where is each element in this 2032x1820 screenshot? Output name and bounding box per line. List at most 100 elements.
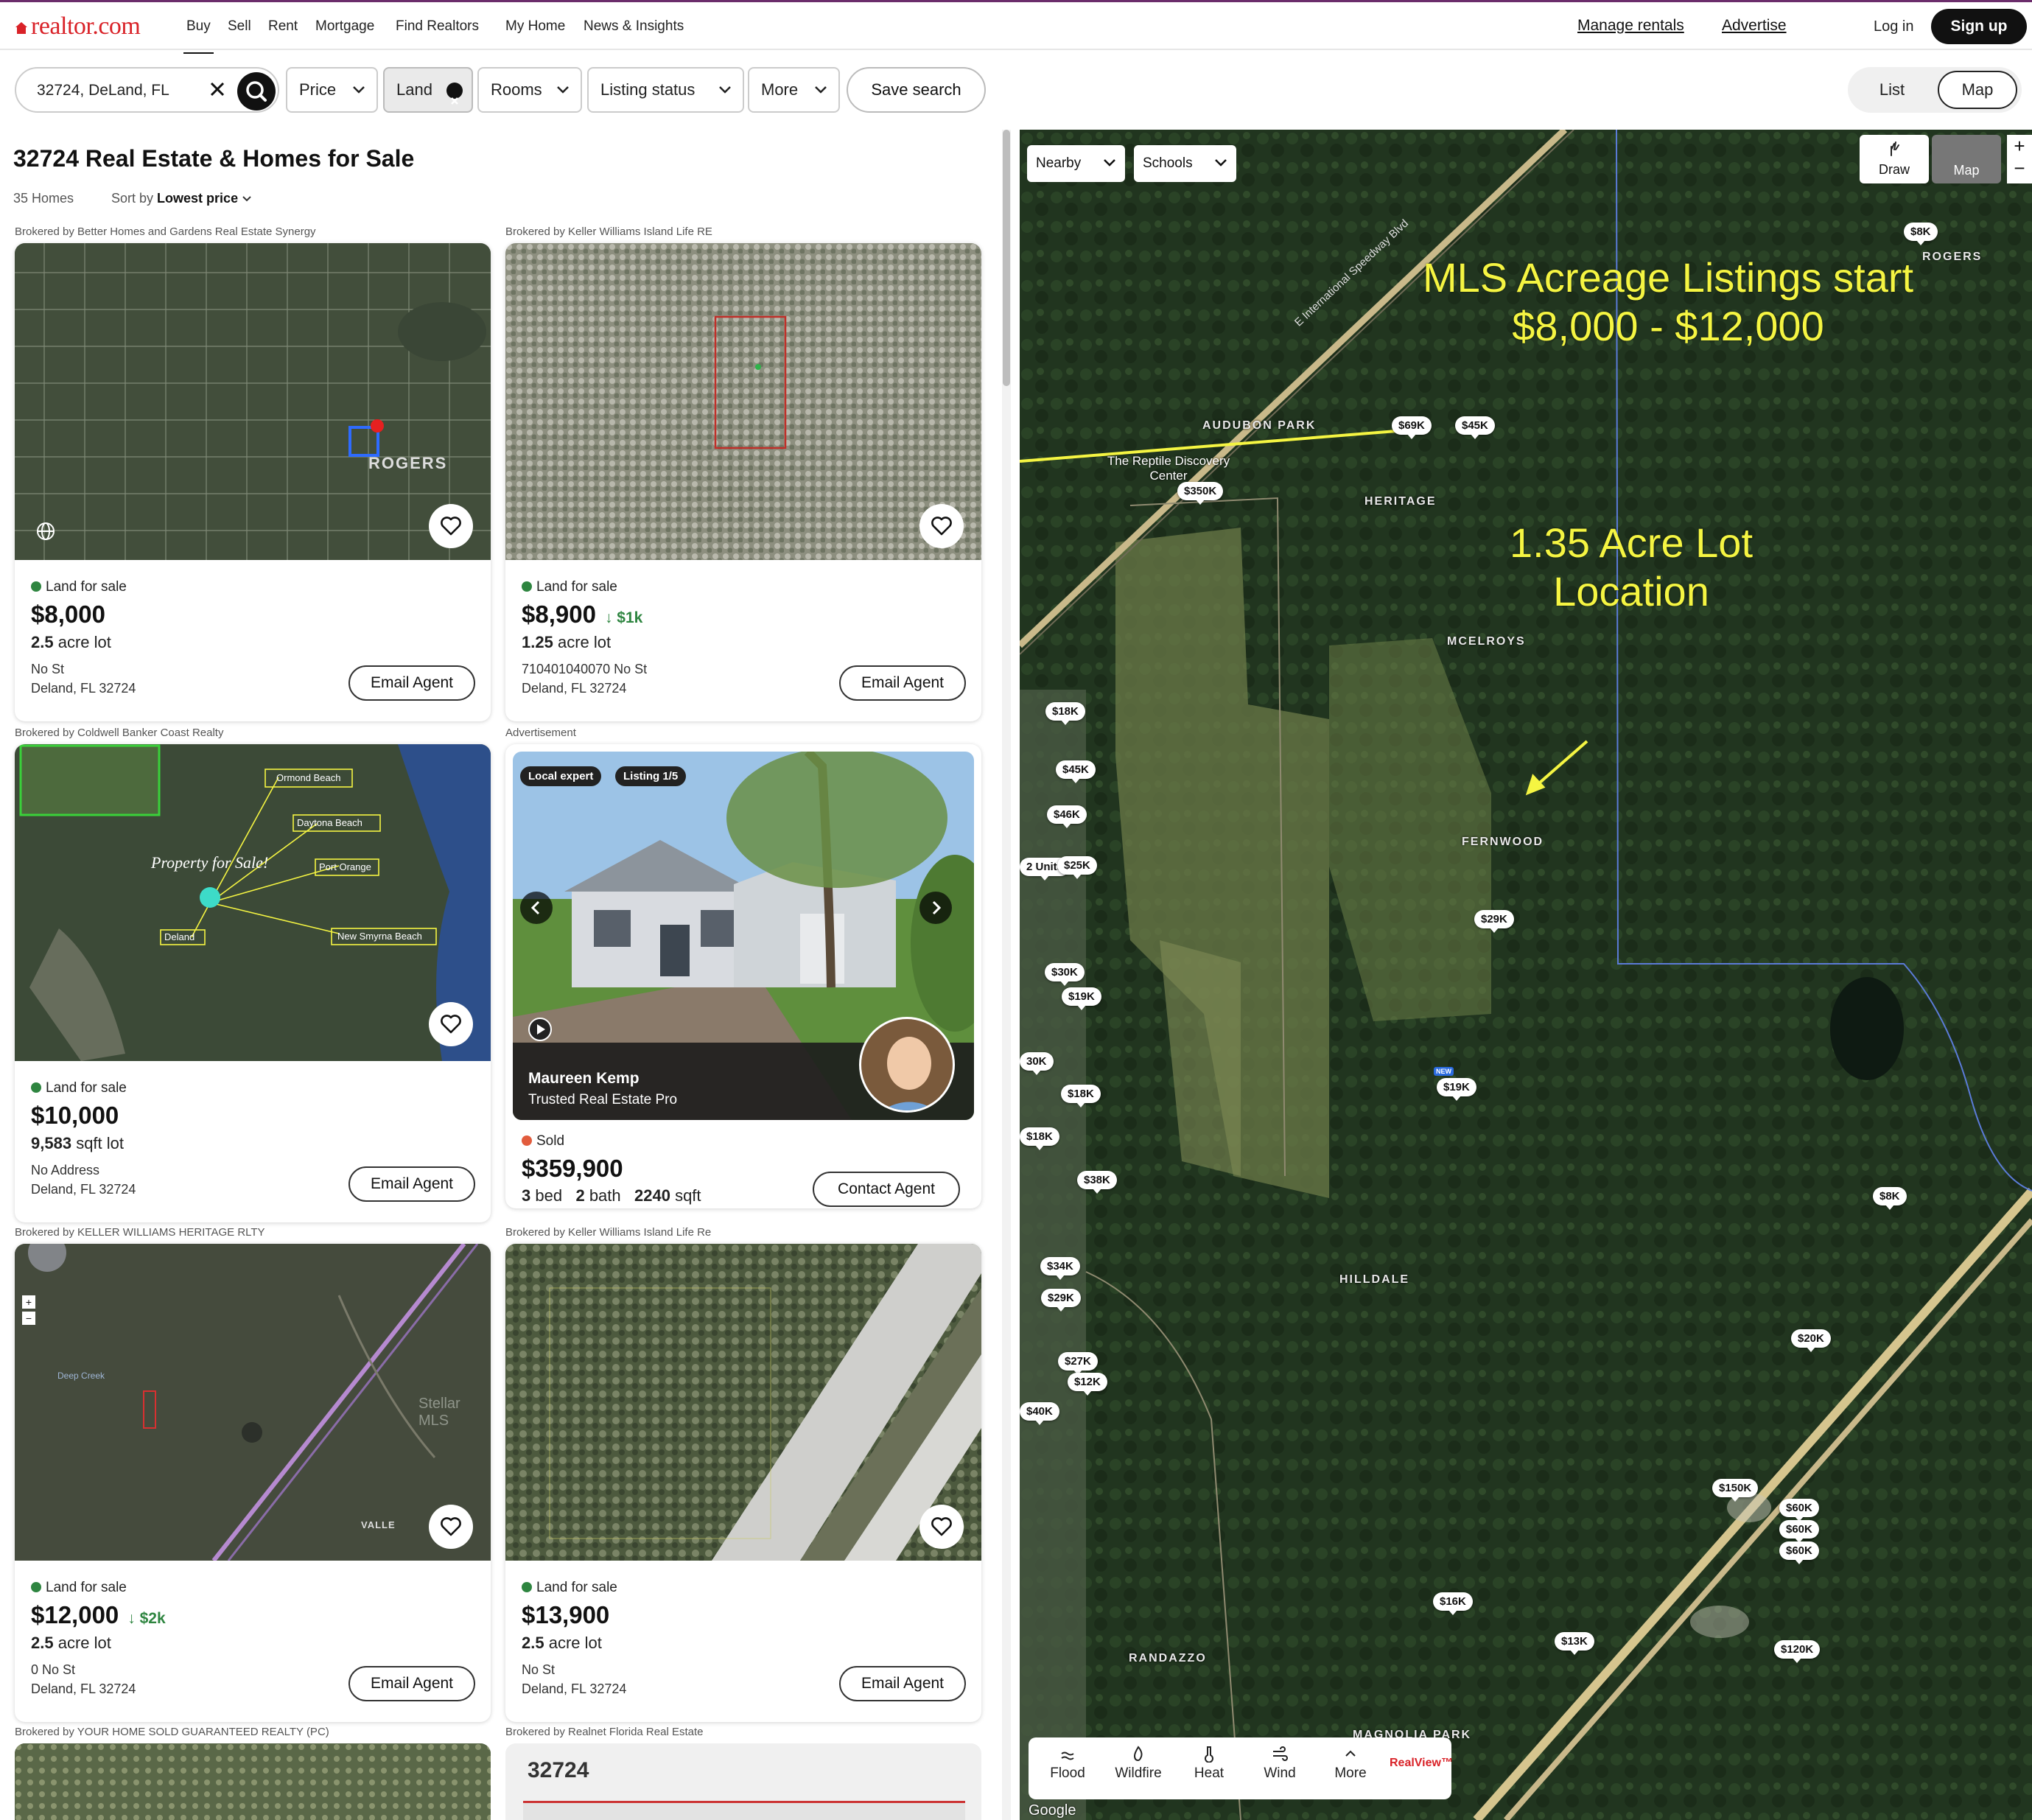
wind-layer-button[interactable]: Wind [1247,1745,1313,1782]
address-line2[interactable]: Deland, FL 32724 [522,681,626,696]
remove-filter-icon[interactable] [446,83,463,105]
prev-photo-button[interactable] [520,892,553,924]
listing-card[interactable]: ROGERS Land for sale $8,000 2.5 acre lot… [15,243,491,721]
price-pin[interactable]: $60K [1779,1499,1819,1522]
nav-find-realtors[interactable]: Find Realtors [396,18,479,35]
list-scroll-thumb[interactable] [1003,130,1010,386]
price-pin[interactable]: $20K [1791,1329,1831,1352]
price-pin[interactable]: $29K [1474,910,1514,933]
price-filter[interactable]: Price [286,67,378,113]
agent-ad-card[interactable]: Local expert Listing 1/5 Maureen Kemp Tr… [505,744,981,1208]
favorite-button[interactable] [429,1505,473,1549]
address-line1[interactable]: No St [31,662,64,677]
email-agent-button[interactable]: Email Agent [839,665,966,701]
listing-card[interactable]: Property for Sale! Ormond Beach Daytona … [15,744,491,1222]
address-line1[interactable]: No St [522,1662,555,1678]
signup-button[interactable]: Sign up [1931,9,2027,44]
nearby-dropdown[interactable]: Nearby [1027,145,1125,182]
price-pin[interactable]: $30K [1045,963,1085,986]
schools-dropdown[interactable]: Schools [1134,145,1236,182]
nav-my-home[interactable]: My Home [505,18,565,35]
listing-card[interactable]: Land for sale $13,900 2.5 acre lot No St… [505,1244,981,1722]
advertise-link[interactable]: Advertise [1722,17,1787,35]
price-pin[interactable]: $38K [1077,1171,1117,1194]
globe-icon[interactable] [35,521,56,542]
price-pin[interactable]: $8K [1904,223,1938,245]
address-line2[interactable]: Deland, FL 32724 [31,1681,136,1697]
price-pin[interactable]: $350K [1177,482,1224,505]
price-pin[interactable]: $120K [1774,1640,1821,1663]
listing-photo[interactable] [505,243,981,560]
price-pin[interactable]: $45K [1056,760,1096,783]
ad-photo[interactable]: Local expert Listing 1/5 Maureen Kemp Tr… [513,752,974,1120]
flood-layer-button[interactable]: Flood [1034,1745,1101,1782]
zoom-in-icon[interactable]: + [22,1295,35,1309]
address-line1[interactable]: 0 No St [31,1662,75,1678]
email-agent-button[interactable]: Email Agent [348,665,475,701]
listing-photo[interactable]: + − Deep Creek Stellar MLS VALLE [15,1244,491,1561]
heat-layer-button[interactable]: Heat [1176,1745,1242,1782]
clear-icon[interactable] [206,78,228,100]
favorite-button[interactable] [919,1505,964,1549]
listing-card[interactable]: Land for sale $8,900 ↓ $1k 1.25 acre lot … [505,243,981,721]
listing-photo[interactable] [505,1244,981,1561]
email-agent-button[interactable]: Email Agent [839,1666,966,1701]
map-view-button[interactable]: Map [1938,71,2017,109]
favorite-button[interactable] [919,504,964,548]
listing-photo[interactable]: Property for Sale! Ormond Beach Daytona … [15,744,491,1061]
address-line2[interactable]: Deland, FL 32724 [31,681,136,696]
address-line2[interactable]: Deland, FL 32724 [522,1681,626,1697]
price-pin[interactable]: $34K [1040,1257,1080,1280]
zoom-controls[interactable]: + − [2007,135,2032,183]
map-type-button[interactable]: Map [1932,135,2001,183]
price-pin[interactable]: $45K [1455,416,1495,439]
favorite-button[interactable] [429,504,473,548]
contact-agent-button[interactable]: Contact Agent [813,1172,960,1207]
price-pin[interactable]: $150K [1712,1479,1759,1502]
realtor-logo[interactable]: realtor.com [15,13,141,41]
listing-card-partial[interactable] [15,1743,491,1820]
poi-label[interactable]: The Reptile Discovery Center [1102,454,1235,483]
price-pin[interactable]: $16K [1433,1592,1473,1615]
email-agent-button[interactable]: Email Agent [348,1166,475,1202]
zoom-in-icon[interactable]: + [2007,135,2032,157]
manage-rentals-link[interactable]: Manage rentals [1577,17,1684,35]
draw-button[interactable]: Draw [1860,135,1929,183]
nav-news-insights[interactable]: News & Insights [584,18,684,35]
nav-buy[interactable]: Buy [183,18,214,54]
search-button[interactable] [237,72,276,111]
realview-button[interactable]: RealView™ [1390,1757,1453,1770]
search-input[interactable]: 32724, DeLand, FL [37,82,169,99]
price-pin[interactable]: $46K [1047,805,1087,828]
price-pin[interactable]: $18K [1020,1127,1059,1150]
favorite-button[interactable] [429,1002,473,1046]
save-search-button[interactable]: Save search [847,67,986,113]
price-pin[interactable]: $19K [1062,987,1101,1010]
price-pin[interactable]: $18K [1045,702,1085,725]
listing-status-filter[interactable]: Listing status [587,67,744,113]
price-pin[interactable]: $8K [1873,1187,1907,1210]
price-pin[interactable]: 30K [1020,1052,1054,1075]
login-link[interactable]: Log in [1874,18,1914,35]
address-line1[interactable]: 710401040070 No St [522,662,647,677]
price-pin[interactable]: $29K [1041,1289,1081,1312]
price-pin[interactable]: $12K [1068,1373,1107,1396]
next-photo-button[interactable] [919,892,952,924]
price-pin[interactable]: $69K [1392,416,1432,439]
list-view-button[interactable]: List [1852,71,1932,109]
zoom-out-icon[interactable]: − [2007,157,2032,179]
wildfire-layer-button[interactable]: Wildfire [1105,1745,1171,1782]
map-view[interactable]: Nearby Schools Draw Map + − MLS Acreage L… [1020,130,2032,1820]
listing-photo[interactable]: ROGERS [15,243,491,560]
land-filter[interactable]: Land [383,67,473,113]
price-pin[interactable]: $13K [1555,1632,1594,1655]
sort-dropdown[interactable]: Sort by Lowest price [111,191,252,206]
more-layers-button[interactable]: More [1317,1745,1384,1782]
email-agent-button[interactable]: Email Agent [348,1666,475,1701]
listing-card-partial[interactable]: 32724 [505,1743,981,1820]
more-filter[interactable]: More [748,67,840,113]
nav-rent[interactable]: Rent [268,18,298,35]
video-icon[interactable] [528,1017,553,1042]
price-pin[interactable]: $25K [1057,856,1097,879]
price-pin[interactable]: $40K [1020,1402,1059,1425]
